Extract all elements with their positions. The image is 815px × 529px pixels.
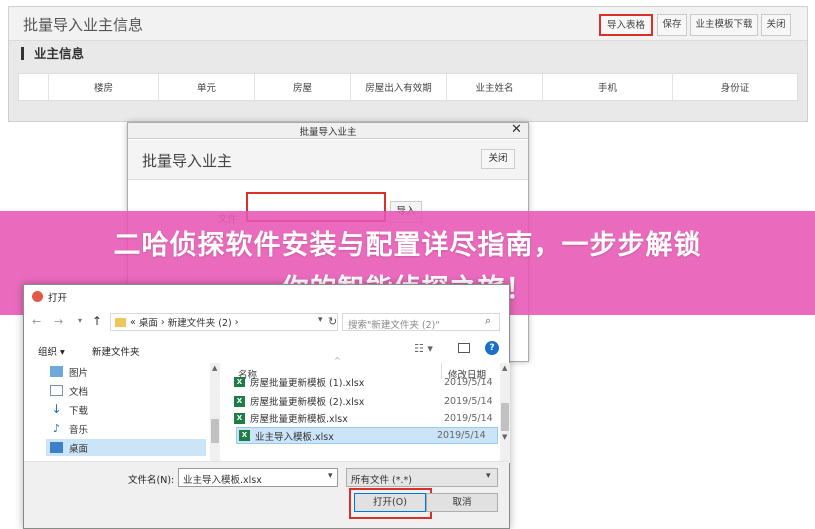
view-options-icon[interactable]: ☷ ▾ [414, 342, 433, 355]
breadcrumb-sep: « [130, 316, 136, 328]
filename-input[interactable]: 业主导入模板.xlsx [178, 468, 338, 487]
template-download-button[interactable]: 业主模板下载 [690, 14, 758, 36]
nav-label: 图片 [69, 367, 89, 379]
close-button[interactable]: 关闭 [761, 14, 791, 36]
column-header: 手机 [543, 74, 673, 100]
nav-label: 文档 [69, 386, 89, 398]
documents-icon [50, 385, 63, 396]
breadcrumb-sep: › [234, 316, 239, 328]
file-name: 房屋批量更新模板 (2).xlsx [250, 397, 365, 408]
column-header: 业主姓名 [447, 74, 543, 100]
import-table-button[interactable]: 导入表格 [599, 14, 653, 36]
search-input[interactable]: 搜索"新建文件夹 (2)" [342, 313, 500, 331]
section-title: 业主信息 [21, 47, 84, 60]
help-icon[interactable]: ? [485, 341, 499, 355]
column-header: 身份证 [720, 83, 750, 94]
scroll-up-icon[interactable]: ▲ [212, 364, 217, 372]
refresh-icon[interactable]: ↻ [328, 315, 337, 328]
open-button[interactable]: 打开(O) [354, 493, 426, 512]
column-header [19, 74, 49, 100]
address-dropdown-icon[interactable]: ▾ [318, 315, 323, 325]
forward-arrow-icon[interactable]: → [54, 315, 63, 328]
column-header: 楼房 [49, 74, 159, 100]
sort-indicator-icon: ^ [334, 356, 341, 365]
import-dialog-title: 批量导入业主 [142, 152, 233, 170]
file-row-selected[interactable]: X 业主导入模板.xlsx 2019/5/14 [236, 427, 498, 444]
main-header: 批量导入业主信息 导入表格 保存 业主模板下载 关闭 [9, 7, 807, 41]
excel-file-icon: X [234, 412, 245, 424]
cancel-button[interactable]: 取消 [426, 493, 498, 512]
filetype-dropdown-icon[interactable]: ▾ [486, 471, 491, 481]
nav-label: 下载 [69, 405, 89, 417]
preview-pane-icon[interactable] [458, 343, 470, 353]
pictures-icon [50, 366, 63, 377]
downloads-icon: ↓ [51, 402, 62, 416]
breadcrumb-folder[interactable]: 新建文件夹 (2) [168, 315, 232, 329]
file-name: 房屋批量更新模板 (1).xlsx [250, 378, 365, 387]
file-open-dialog: 打开 ← → ▾ ↑ « 桌面 › 新建文件夹 (2) › ▾ ↻ 搜索"新建文… [23, 284, 510, 529]
column-header: 房屋出入有效期 [351, 74, 447, 100]
excel-file-icon: X [234, 395, 245, 407]
address-bar[interactable]: « 桌面 › 新建文件夹 (2) › [110, 313, 338, 331]
column-header: 单元 [159, 74, 255, 100]
table-header: 楼房 单元 房屋 房屋出入有效期 业主姓名 手机 身份证 [18, 73, 798, 101]
scroll-down-icon[interactable]: ▼ [502, 433, 507, 441]
back-arrow-icon[interactable]: ← [32, 315, 41, 328]
file-dialog-title: 打开 [48, 293, 68, 304]
desktop-icon [50, 442, 63, 453]
nav-item-downloads[interactable]: ↓ 下载 [50, 401, 200, 418]
filename-dropdown-icon[interactable]: ▾ [328, 471, 333, 481]
close-icon[interactable]: ✕ [511, 122, 522, 137]
nav-scrollbar[interactable] [210, 363, 220, 463]
folder-icon [115, 317, 126, 327]
nav-label: 音乐 [69, 424, 89, 436]
column-header: 房屋 [255, 74, 351, 100]
save-button[interactable]: 保存 [657, 14, 687, 36]
file-date: 2019/5/14 [444, 412, 493, 424]
file-row[interactable]: X 房屋批量更新模板 (1).xlsx 2019/5/14 [234, 377, 504, 387]
file-row[interactable]: X 房屋批量更新模板.xlsx 2019/5/14 [234, 410, 504, 426]
app-icon [32, 291, 43, 302]
up-arrow-icon[interactable]: ↑ [92, 314, 102, 328]
scrollbar-thumb[interactable] [211, 419, 219, 443]
recent-dropdown-icon[interactable]: ▾ [78, 316, 82, 325]
file-date: 2019/5/14 [437, 430, 486, 441]
main-window: 批量导入业主信息 导入表格 保存 业主模板下载 关闭 业主信息 楼房 单元 房屋… [8, 6, 808, 122]
nav-label: 桌面 [69, 443, 89, 455]
page-title: 批量导入业主信息 [23, 16, 144, 34]
breadcrumb-desktop[interactable]: 桌面 [139, 315, 158, 329]
file-list-scrollbar[interactable] [500, 363, 510, 463]
file-row[interactable]: X 房屋批量更新模板 (2).xlsx 2019/5/14 [234, 393, 504, 409]
search-icon: ⌕ [485, 314, 492, 327]
organize-menu[interactable]: 组织 ▾ [38, 344, 65, 358]
scrollbar-thumb[interactable] [501, 403, 509, 431]
filetype-select[interactable]: 所有文件 (*.*) [346, 468, 498, 487]
excel-file-icon: X [234, 377, 245, 387]
music-icon: ♪ [52, 422, 61, 435]
file-date: 2019/5/14 [444, 395, 493, 407]
import-dialog-header: 批量导入业主 关闭 [128, 140, 528, 180]
scroll-up-icon[interactable]: ▲ [502, 364, 507, 372]
import-dialog-caption-bar: 批量导入业主 ✕ [128, 122, 528, 139]
dialog-close-button[interactable]: 关闭 [481, 149, 515, 169]
nav-item-music[interactable]: ♪ 音乐 [50, 420, 200, 437]
nav-item-desktop[interactable]: 桌面 [46, 439, 206, 456]
file-name: 房屋批量更新模板.xlsx [250, 414, 348, 425]
nav-item-pictures[interactable]: 图片 [50, 363, 200, 380]
new-folder-button[interactable]: 新建文件夹 [92, 344, 140, 358]
file-name: 业主导入模板.xlsx [255, 431, 334, 443]
breadcrumb-sep: › [160, 316, 165, 328]
import-dialog-caption: 批量导入业主 [299, 127, 357, 138]
file-date: 2019/5/14 [444, 377, 493, 387]
filename-label: 文件名(N): [128, 475, 175, 486]
banner-line-1: 二哈侦探软件安装与配置详尽指南，一步步解锁 [113, 230, 702, 261]
nav-item-documents[interactable]: 文档 [50, 382, 200, 399]
excel-file-icon: X [239, 430, 250, 441]
